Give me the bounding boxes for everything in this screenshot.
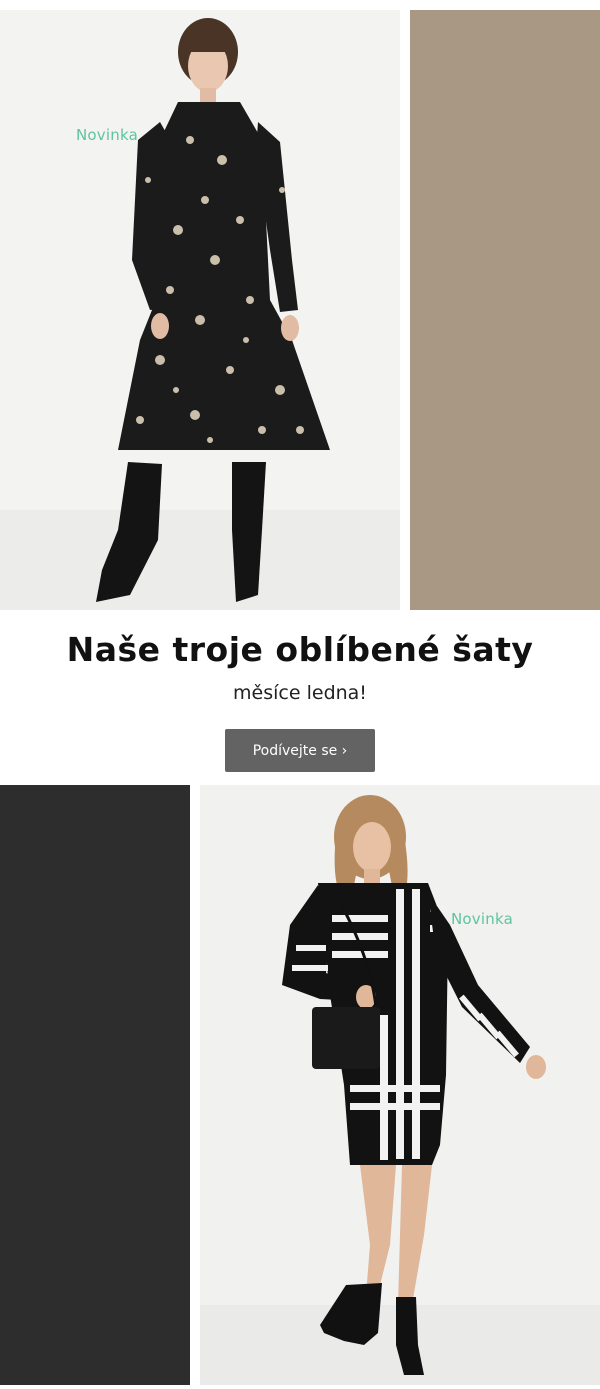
promo-block: Naše troje oblíbené šaty měsíce ledna! P… bbox=[0, 610, 600, 785]
model-illustration bbox=[0, 10, 400, 610]
color-swatch-charcoal[interactable] bbox=[0, 785, 190, 1385]
new-badge: Novinka bbox=[451, 910, 513, 928]
promo-headline: Naše troje oblíbené šaty bbox=[66, 630, 534, 669]
promo-subline: měsíce ledna! bbox=[233, 682, 367, 704]
floral-dress-photo[interactable]: Novinka bbox=[0, 10, 400, 610]
product-row-top: Novinka bbox=[0, 10, 600, 610]
model-illustration bbox=[200, 785, 600, 1385]
product-row-bottom: Novinka bbox=[0, 785, 600, 1385]
color-swatch-taupe[interactable] bbox=[410, 10, 600, 610]
view-button[interactable]: Podívejte se › bbox=[225, 729, 375, 772]
patterned-dress-photo[interactable]: Novinka bbox=[200, 785, 600, 1385]
new-badge: Novinka bbox=[76, 126, 138, 144]
